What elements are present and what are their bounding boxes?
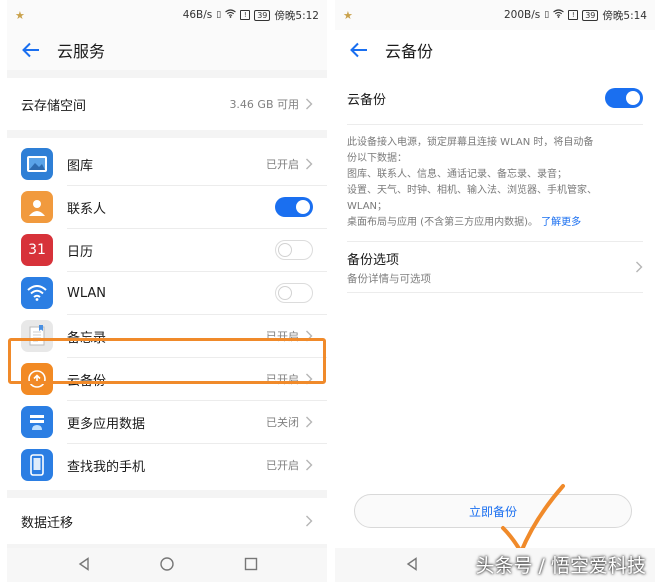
page-title: 云备份: [385, 42, 434, 61]
app-row[interactable]: 31 日历: [7, 229, 327, 271]
sim-icon: !: [568, 10, 579, 20]
storage-row[interactable]: 云存储空间 3.46 GB 可用: [7, 78, 327, 130]
app-row[interactable]: 查找我的手机 已开启: [7, 444, 327, 486]
nav-home-icon[interactable]: [160, 556, 174, 575]
nav-recents-icon[interactable]: [244, 556, 258, 575]
page-title: 云服务: [57, 42, 106, 61]
app-row-label: 更多应用数据: [67, 416, 146, 432]
data-migration-row[interactable]: 数据迁移: [7, 498, 327, 544]
description-line: 设置、天气、时钟、相机、输入法、浏览器、手机管家、: [347, 185, 597, 196]
storage-value: 3.46 GB 可用: [229, 98, 299, 111]
chevron-right-icon: [305, 416, 313, 428]
wifi-status-icon: [225, 9, 237, 21]
right-screen: ★ 200B/s ▯ ! 39 傍晚5:14 云备份 云备份 此设备接入电源，锁…: [335, 0, 655, 582]
watermark: 头条号 / 悟空爱科技: [475, 555, 646, 577]
nav-back-icon[interactable]: [77, 556, 91, 575]
app-row[interactable]: 联系人: [7, 186, 327, 228]
backup-now-button[interactable]: 立即备份: [354, 494, 632, 528]
status-bar: ★ 200B/s ▯ ! 39 傍晚5:14: [335, 0, 655, 30]
calendar-icon: 31: [21, 234, 53, 266]
status-bar: ★ 46B/s ▯ ! 39 傍晚5:12: [7, 0, 327, 30]
net-speed: 46B/s: [182, 9, 213, 21]
sim-icon: !: [240, 10, 251, 20]
notification-star-icon: ★: [343, 8, 353, 22]
clock: 傍晚5:12: [274, 9, 319, 22]
battery-icon: 39: [254, 9, 271, 21]
backup-description: 此设备接入电源，锁定屏幕且连接 WLAN 时，将自动备 份以下数据： 图库、联系人、…: [335, 135, 655, 231]
net-speed: 200B/s: [504, 9, 541, 21]
description-line: 份以下数据：: [347, 153, 407, 164]
backup-options-title: 备份选项: [347, 252, 400, 268]
notification-star-icon: ★: [15, 8, 25, 22]
app-row-label: 日历: [67, 244, 94, 260]
app-list: 图库 已开启 联系人 31 日历 WLAN 备忘录 已开启 云备份 已开启 更多应用数据 已关闭 查找我…: [7, 138, 327, 490]
back-button[interactable]: [21, 40, 41, 60]
chevron-right-icon: [635, 261, 643, 273]
learn-more-link[interactable]: 了解更多: [541, 217, 581, 228]
app-header: 云服务: [7, 30, 327, 70]
back-arrow-icon: [22, 42, 39, 58]
vibrate-icon: ▯: [544, 10, 550, 20]
back-button[interactable]: [349, 40, 369, 60]
chevron-right-icon: [305, 158, 313, 170]
battery-icon: 39: [582, 9, 599, 21]
app-header: 云备份: [335, 30, 655, 70]
backup-options-row[interactable]: 备份选项 备份详情与可选项: [335, 242, 655, 292]
chevron-right-icon: [305, 459, 313, 471]
cloud-backup-toggle[interactable]: [605, 88, 643, 108]
description-line: 图库、联系人、信息、通话记录、备忘录、录音；: [347, 169, 567, 180]
chevron-right-icon: [305, 515, 313, 527]
app-row-status: 已开启: [266, 158, 299, 171]
storage-label: 云存储空间: [21, 98, 87, 114]
description-line: 此设备接入电源，锁定屏幕且连接 WLAN 时，将自动备: [347, 137, 594, 148]
clock: 傍晚5:14: [602, 9, 647, 22]
wifi-icon: [21, 277, 53, 309]
app-row-toggle[interactable]: [275, 240, 313, 260]
vibrate-icon: ▯: [216, 10, 222, 20]
migration-label: 数据迁移: [21, 515, 74, 531]
nav-back-icon[interactable]: [405, 556, 419, 575]
contacts-icon: [21, 191, 53, 223]
app-row-label: WLAN: [67, 285, 107, 301]
backup-options-subtitle: 备份详情与可选项: [347, 272, 431, 285]
app-row-toggle[interactable]: [275, 197, 313, 217]
app-row-status: 已关闭: [266, 416, 299, 429]
app-row-label: 联系人: [67, 201, 107, 217]
gallery-icon: [21, 148, 53, 180]
app-data-icon: [21, 406, 53, 438]
description-last-line: 桌面布局与应用 (不含第三方应用内数据)。: [347, 217, 538, 228]
app-row-toggle[interactable]: [275, 283, 313, 303]
left-screen: ★ 46B/s ▯ ! 39 傍晚5:12 云服务 云存储空间 3.46 GB …: [7, 0, 327, 582]
find-phone-icon: [21, 449, 53, 481]
back-arrow-icon: [350, 42, 367, 58]
cloud-backup-toggle-row: 云备份: [335, 72, 655, 124]
app-row[interactable]: 更多应用数据 已关闭: [7, 401, 327, 443]
nav-bar: [7, 548, 327, 582]
cloud-backup-highlight: [8, 338, 326, 384]
wifi-status-icon: [553, 9, 565, 21]
description-line: WLAN；: [347, 201, 388, 212]
app-row-status: 已开启: [266, 459, 299, 472]
app-row-label: 查找我的手机: [67, 459, 146, 475]
app-row[interactable]: WLAN: [7, 272, 327, 314]
cloud-backup-label: 云备份: [347, 92, 387, 108]
app-row[interactable]: 图库 已开启: [7, 143, 327, 185]
app-row-label: 图库: [67, 158, 94, 174]
chevron-right-icon: [305, 98, 313, 110]
